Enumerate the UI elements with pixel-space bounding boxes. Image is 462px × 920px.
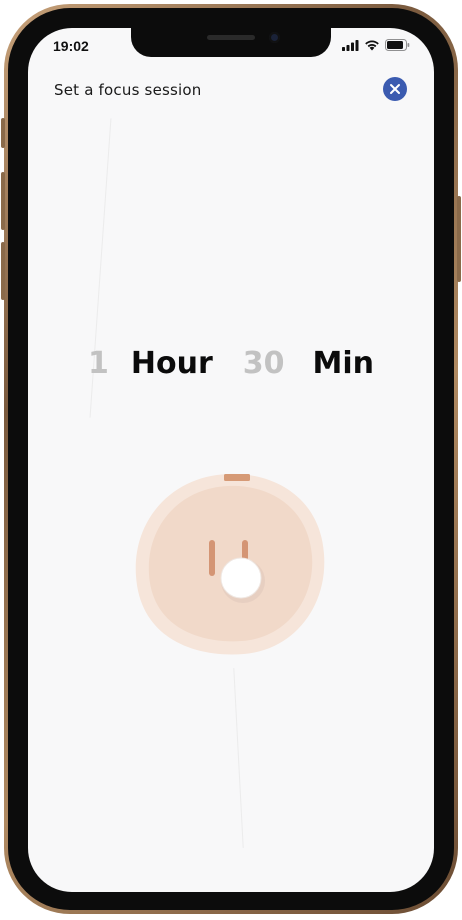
page-title: Set a focus session bbox=[54, 81, 202, 99]
minutes-value[interactable]: 30 bbox=[243, 346, 285, 381]
dial-top-marker bbox=[224, 474, 250, 481]
battery-icon bbox=[385, 39, 410, 51]
duration-display: 1 Hour 30 Min bbox=[28, 346, 434, 381]
hours-value[interactable]: 1 bbox=[88, 346, 109, 381]
volume-button bbox=[1, 118, 5, 148]
app-screen: 19:02 Set a focus session 1 Hour 30 Min bbox=[28, 28, 434, 892]
focus-dial[interactable] bbox=[132, 468, 328, 658]
volume-up-button bbox=[1, 172, 5, 230]
cellular-signal-icon bbox=[342, 39, 359, 51]
minutes-unit-label: Min bbox=[312, 346, 375, 381]
dial-graphic bbox=[135, 473, 325, 655]
background-decoration bbox=[233, 668, 244, 848]
notch bbox=[131, 28, 331, 57]
front-camera bbox=[269, 32, 280, 43]
wifi-icon bbox=[365, 40, 379, 51]
dial-left-bar bbox=[209, 540, 215, 576]
close-icon bbox=[390, 84, 400, 94]
close-button[interactable] bbox=[383, 77, 407, 101]
hours-unit-label: Hour bbox=[130, 346, 213, 381]
volume-down-button bbox=[1, 242, 5, 300]
speaker-grille bbox=[207, 35, 255, 40]
status-time: 19:02 bbox=[53, 38, 89, 54]
status-icons bbox=[342, 39, 410, 51]
power-side-button bbox=[457, 196, 461, 282]
